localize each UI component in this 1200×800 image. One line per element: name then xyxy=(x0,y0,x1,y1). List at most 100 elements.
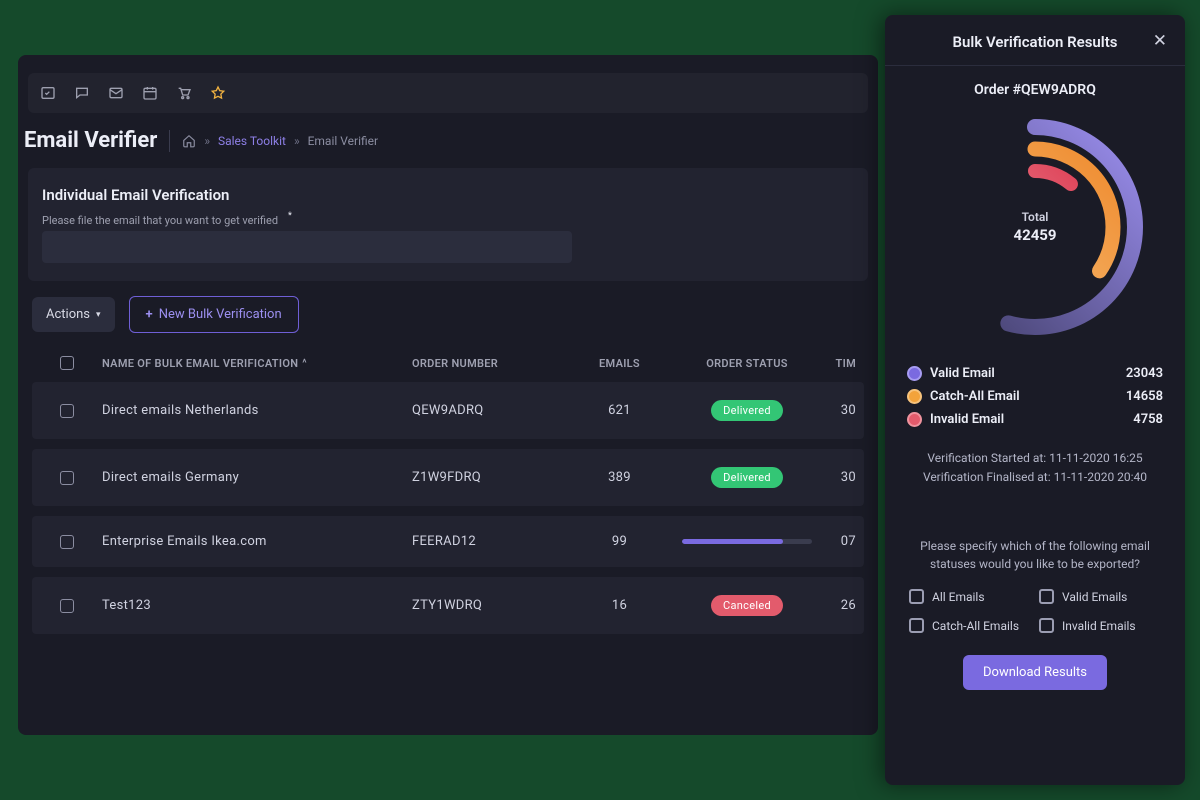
export-options: All Emails Valid Emails Catch-All Emails… xyxy=(885,583,1185,649)
cell-status xyxy=(677,539,817,544)
status-badge: Delivered xyxy=(711,467,783,488)
cell-status: Canceled xyxy=(677,595,817,616)
star-icon[interactable] xyxy=(210,85,226,101)
table-row[interactable]: Enterprise Emails Ikea.com FEERAD12 99 0… xyxy=(32,516,864,567)
donut-total-value: 42459 xyxy=(1013,226,1056,244)
results-donut-chart: Total 42459 xyxy=(920,112,1150,342)
individual-verification-hint: Please file the email that you want to g… xyxy=(42,214,854,227)
breadcrumb-separator: » xyxy=(204,134,210,148)
row-checkbox[interactable] xyxy=(60,404,74,418)
sort-ascending-icon[interactable]: ^ xyxy=(302,358,307,369)
row-checkbox[interactable] xyxy=(60,535,74,549)
verification-finished: Verification Finalised at: 11-11-2020 20… xyxy=(905,468,1165,487)
results-side-panel: Bulk Verification Results ✕ Order #QEW9A… xyxy=(885,15,1185,785)
chevron-down-icon: ▾ xyxy=(96,310,101,320)
dot-catch-icon xyxy=(907,389,922,404)
cell-time: 26 xyxy=(817,598,862,613)
row-checkbox[interactable] xyxy=(60,599,74,613)
cell-order: Z1W9FDRQ xyxy=(412,470,562,485)
calendar-icon[interactable] xyxy=(142,85,158,101)
checkbox-icon[interactable] xyxy=(1039,618,1054,633)
cell-order: FEERAD12 xyxy=(412,534,562,549)
cell-name: Direct emails Germany xyxy=(102,470,412,485)
export-label-all: All Emails xyxy=(932,590,985,604)
cell-time: 30 xyxy=(817,403,862,418)
plus-icon: + xyxy=(146,307,153,322)
individual-email-input[interactable] xyxy=(42,231,572,263)
export-option-all[interactable]: All Emails xyxy=(909,589,1031,604)
bulk-verification-table: NAME OF BULK EMAIL VERIFICATION ^ ORDER … xyxy=(32,344,864,644)
legend-row-catch: Catch-All Email 14658 xyxy=(907,389,1163,404)
donut-center: Total 42459 xyxy=(920,112,1150,342)
download-results-button[interactable]: Download Results xyxy=(963,655,1107,690)
export-prompt: Please specify which of the following em… xyxy=(885,487,1185,583)
export-option-catch[interactable]: Catch-All Emails xyxy=(909,618,1031,633)
verification-timestamps: Verification Started at: 11-11-2020 16:2… xyxy=(885,445,1185,487)
checkbox-icon[interactable] xyxy=(1039,589,1054,604)
order-title: Order #QEW9ADRQ xyxy=(885,66,1185,106)
legend-label-invalid: Invalid Email xyxy=(930,412,1004,427)
actions-label: Actions xyxy=(46,307,90,322)
row-checkbox[interactable] xyxy=(60,471,74,485)
table-header: NAME OF BULK EMAIL VERIFICATION ^ ORDER … xyxy=(32,344,864,382)
cell-order: ZTY1WDRQ xyxy=(412,598,562,613)
table-row[interactable]: Test123 ZTY1WDRQ 16 Canceled 26 xyxy=(32,577,864,634)
dot-invalid-icon xyxy=(907,412,922,427)
cell-time: 07 xyxy=(817,534,862,549)
legend-value-invalid: 4758 xyxy=(1133,412,1163,427)
cell-status: Delivered xyxy=(677,467,817,488)
cell-time: 30 xyxy=(817,470,862,485)
legend-row-invalid: Invalid Email 4758 xyxy=(907,412,1163,427)
checkbox-icon[interactable] xyxy=(909,618,924,633)
side-panel-title: Bulk Verification Results xyxy=(953,33,1118,51)
verification-started: Verification Started at: 11-11-2020 16:2… xyxy=(905,449,1165,468)
individual-verification-title: Individual Email Verification xyxy=(42,186,854,204)
close-icon[interactable]: ✕ xyxy=(1153,33,1167,50)
status-badge: Canceled xyxy=(711,595,783,616)
mail-icon[interactable] xyxy=(108,85,124,101)
col-header-name[interactable]: NAME OF BULK EMAIL VERIFICATION xyxy=(102,357,298,370)
actions-dropdown[interactable]: Actions ▾ xyxy=(32,297,115,332)
cell-name: Direct emails Netherlands xyxy=(102,403,412,418)
page-header: Email Verifier » Sales Toolkit » Email V… xyxy=(24,128,864,153)
export-label-catch: Catch-All Emails xyxy=(932,619,1019,633)
side-panel-header: Bulk Verification Results ✕ xyxy=(885,33,1185,66)
export-option-valid[interactable]: Valid Emails xyxy=(1039,589,1161,604)
export-option-invalid[interactable]: Invalid Emails xyxy=(1039,618,1161,633)
donut-total-label: Total xyxy=(1022,210,1049,224)
col-header-emails[interactable]: EMAILS xyxy=(562,357,677,370)
divider xyxy=(169,130,170,152)
table-row[interactable]: Direct emails Germany Z1W9FDRQ 389 Deliv… xyxy=(32,449,864,506)
cell-emails: 99 xyxy=(562,534,677,549)
export-label-valid: Valid Emails xyxy=(1062,590,1127,604)
chat-icon[interactable] xyxy=(74,85,90,101)
legend-value-valid: 23043 xyxy=(1126,366,1163,381)
individual-verification-panel: Individual Email Verification Please fil… xyxy=(28,168,868,281)
cell-emails: 389 xyxy=(562,470,677,485)
home-icon[interactable] xyxy=(182,134,196,148)
legend-row-valid: Valid Email 23043 xyxy=(907,366,1163,381)
cart-icon[interactable] xyxy=(176,85,192,101)
status-badge: Delivered xyxy=(711,400,783,421)
col-header-order[interactable]: ORDER NUMBER xyxy=(412,357,562,370)
cell-emails: 16 xyxy=(562,598,677,613)
col-header-status[interactable]: ORDER STATUS xyxy=(677,357,817,370)
progress-bar xyxy=(682,539,812,544)
cell-order: QEW9ADRQ xyxy=(412,403,562,418)
breadcrumb-sales-toolkit[interactable]: Sales Toolkit xyxy=(218,134,286,148)
col-header-time[interactable]: TIM xyxy=(817,357,862,370)
results-legend: Valid Email 23043 Catch-All Email 14658 … xyxy=(885,354,1185,445)
table-row[interactable]: Direct emails Netherlands QEW9ADRQ 621 D… xyxy=(32,382,864,439)
actions-row: Actions ▾ + New Bulk Verification xyxy=(32,296,299,333)
cell-emails: 621 xyxy=(562,403,677,418)
new-bulk-label: New Bulk Verification xyxy=(159,307,282,322)
page-title: Email Verifier xyxy=(24,128,157,153)
legend-value-catch: 14658 xyxy=(1126,389,1163,404)
top-toolbar xyxy=(28,73,868,113)
cell-status: Delivered xyxy=(677,400,817,421)
select-all-checkbox[interactable] xyxy=(60,356,74,370)
checkbox-icon[interactable] xyxy=(909,589,924,604)
new-bulk-verification-button[interactable]: + New Bulk Verification xyxy=(129,296,299,333)
checklist-icon[interactable] xyxy=(40,85,56,101)
legend-label-catch: Catch-All Email xyxy=(930,389,1020,404)
